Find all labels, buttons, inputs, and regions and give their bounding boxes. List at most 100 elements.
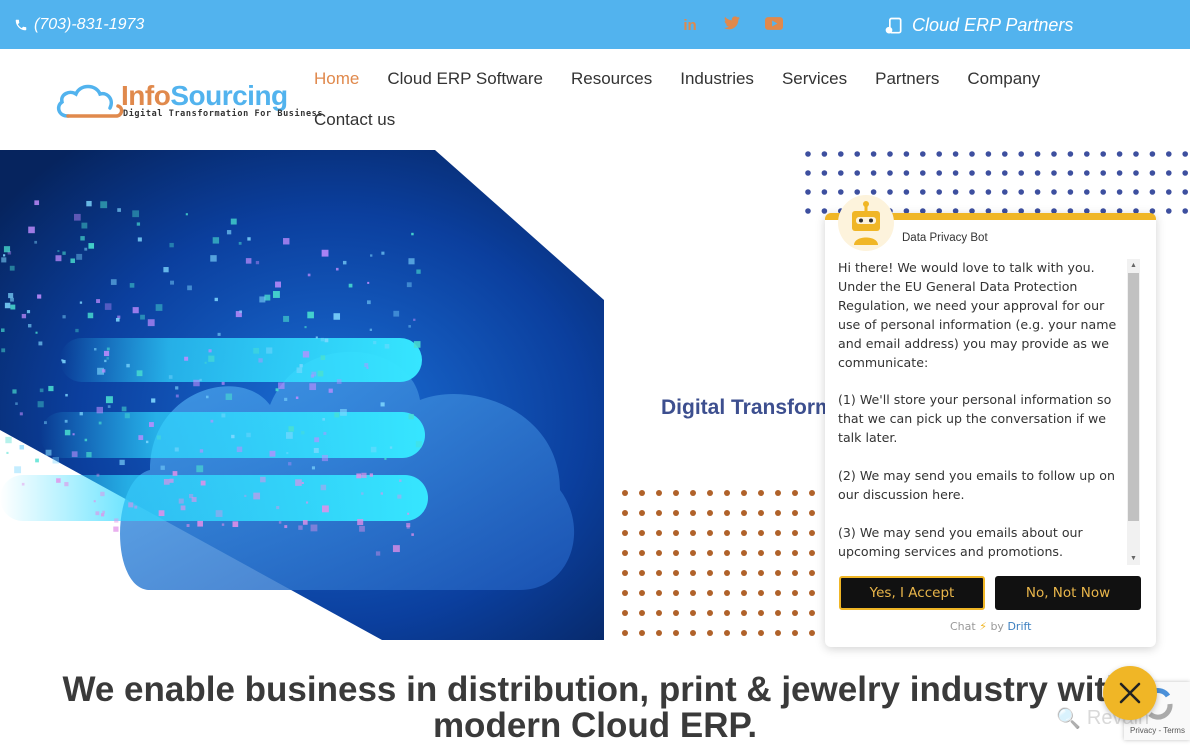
particle <box>145 440 149 444</box>
pattern-dot <box>936 189 942 195</box>
particle <box>286 452 289 455</box>
pattern-dot <box>673 590 679 596</box>
pattern-dot <box>758 490 764 496</box>
pattern-dot <box>903 189 910 195</box>
particle <box>52 457 60 464</box>
pattern-dot <box>707 530 713 536</box>
lightning-icon: ⚡ <box>979 620 987 633</box>
particle <box>35 458 39 463</box>
pattern-dot <box>1051 151 1057 157</box>
particle <box>361 472 367 478</box>
particle <box>278 521 282 524</box>
particle <box>276 506 280 510</box>
pattern-dot <box>887 170 893 176</box>
pattern-dot <box>724 570 730 576</box>
particle <box>380 402 385 407</box>
pattern-dot <box>724 510 730 516</box>
particle <box>5 436 12 444</box>
particle <box>106 347 110 351</box>
particle <box>124 413 130 419</box>
nav-cloud-erp-software[interactable]: Cloud ERP Software <box>387 68 543 89</box>
pattern-dot <box>639 530 645 536</box>
youtube-icon[interactable] <box>764 16 784 34</box>
pattern-dot <box>758 630 764 636</box>
chat-scrollbar-thumb[interactable] <box>1128 273 1139 521</box>
particle <box>3 246 11 253</box>
particle <box>210 255 217 262</box>
particle <box>320 355 326 360</box>
particle <box>151 398 156 403</box>
particle <box>392 545 400 553</box>
twitter-icon[interactable] <box>722 16 742 34</box>
particle <box>113 526 119 532</box>
pattern-dot <box>1018 170 1024 176</box>
logo-wordmark[interactable]: InfoSourcing <box>121 80 288 112</box>
pattern-dot <box>920 151 926 157</box>
nav-industries[interactable]: Industries <box>680 68 754 89</box>
particle <box>185 213 188 216</box>
pattern-dot <box>707 610 713 616</box>
nav-partners[interactable]: Partners <box>875 68 939 89</box>
particle <box>87 312 94 319</box>
particle <box>225 393 233 400</box>
particle <box>370 254 373 257</box>
particle <box>1 348 6 353</box>
pattern-dot <box>741 530 747 536</box>
scroll-up-arrow-icon[interactable]: ▲ <box>1127 259 1140 272</box>
phone-link[interactable]: (703)-831-1973 <box>14 16 144 34</box>
pattern-dot <box>805 151 811 157</box>
particle <box>244 494 247 497</box>
pattern-dot <box>673 570 679 576</box>
particle <box>110 279 117 285</box>
pattern-dot <box>809 570 815 576</box>
particle <box>137 237 142 242</box>
scroll-down-arrow-icon[interactable]: ▼ <box>1127 552 1140 565</box>
nav-resources[interactable]: Resources <box>571 68 652 89</box>
pattern-dot <box>622 530 628 536</box>
particle <box>6 451 9 454</box>
particle <box>132 307 139 314</box>
decline-button[interactable]: No, Not Now <box>995 576 1141 610</box>
linkedin-icon[interactable]: in <box>680 17 700 34</box>
particle <box>169 478 174 483</box>
pattern-dot <box>985 170 992 176</box>
pattern-dot <box>690 510 696 516</box>
particle <box>62 359 66 364</box>
particle <box>230 218 237 225</box>
particle <box>247 237 251 241</box>
particle <box>381 251 385 255</box>
powered-by-drift[interactable]: Chat ⚡ by Drift <box>950 620 1032 633</box>
nav-contact-us[interactable]: Contact us <box>314 109 395 130</box>
pattern-dot <box>639 610 645 616</box>
particle <box>175 394 179 398</box>
particle <box>284 525 288 529</box>
nav-company[interactable]: Company <box>967 68 1040 89</box>
bot-avatar <box>838 195 894 251</box>
pattern-dot <box>741 570 747 576</box>
pattern-dot <box>792 530 798 536</box>
partners-icon <box>885 17 902 33</box>
cloud-erp-partners-link[interactable]: Cloud ERP Partners <box>884 15 1073 36</box>
nav-home[interactable]: Home <box>314 68 359 89</box>
accept-button[interactable]: Yes, I Accept <box>839 576 985 610</box>
nav-services[interactable]: Services <box>782 68 847 89</box>
particle <box>221 523 225 526</box>
particle <box>333 313 341 320</box>
pattern-dot <box>903 151 910 157</box>
pattern-dot <box>936 151 942 157</box>
particle <box>310 374 315 378</box>
particle <box>15 402 18 405</box>
pattern-dot <box>758 530 764 536</box>
particle <box>366 300 371 305</box>
pattern-dot <box>936 170 942 176</box>
close-chat-button[interactable] <box>1103 666 1157 720</box>
pattern-dot <box>707 550 713 556</box>
pattern-dot <box>690 590 696 596</box>
particle <box>275 388 279 392</box>
pattern-dot <box>1018 189 1024 195</box>
particle <box>232 521 239 528</box>
pattern-dot <box>952 189 959 195</box>
pattern-dot <box>656 570 662 576</box>
particle <box>239 310 242 314</box>
pattern-dot <box>724 630 730 636</box>
